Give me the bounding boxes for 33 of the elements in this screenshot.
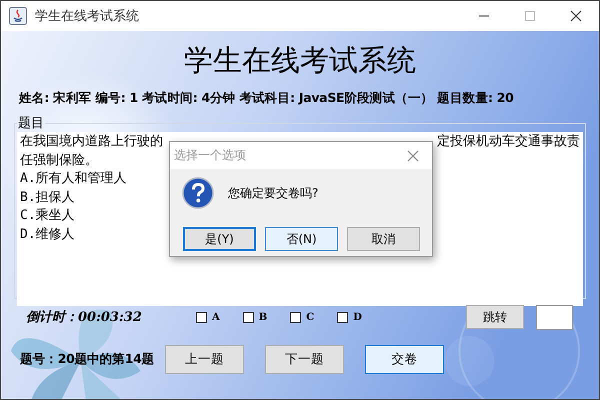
question-icon (182, 177, 214, 209)
question-text: 在我国境内道路上行驶的 (20, 133, 163, 151)
option-text: C.乘坐人 (20, 207, 75, 225)
checkbox-label: A (212, 312, 220, 322)
question-index: 题号：20题中的第14题 (20, 351, 155, 368)
dialog-button[interactable]: 取消 (347, 227, 420, 251)
jump-field[interactable] (536, 304, 573, 330)
question-text: 任强制保险。 (20, 152, 98, 170)
jump-button[interactable]: 跳转 (466, 305, 524, 329)
option-text: A.所有人和管理人 (20, 170, 127, 188)
dialog-button[interactable]: 否(N) (265, 227, 338, 251)
option-text: B.担保人 (20, 188, 75, 206)
exam-info: 姓名: 宋利军 编号: 1 考试时间: 4分钟 考试科目: JavaSE阶段测试（一） 题目数量: 20 (19, 90, 515, 107)
dialog-button[interactable]: 是(Y) (183, 227, 256, 251)
app-heading: 学生在线考试系统 (183, 42, 417, 79)
nav-button[interactable]: 交卷 (365, 345, 444, 374)
option-text: D.维修人 (20, 226, 75, 244)
group-label: 题目 (17, 115, 45, 132)
countdown-label: 倒计时：00:03:32 (26, 309, 143, 326)
dialog-title: 选择一个选项 (174, 147, 246, 164)
nav-button[interactable]: 上一题 (165, 345, 244, 374)
checkbox[interactable] (196, 312, 207, 322)
checkbox-label: B (258, 312, 268, 322)
app-icon (9, 7, 27, 25)
nav-button[interactable]: 下一题 (265, 345, 344, 374)
checkbox[interactable] (290, 312, 302, 322)
close-icon[interactable] (406, 148, 420, 162)
checkbox-label: D (353, 312, 362, 322)
question-text: 定投保机动车交通事故责 (437, 133, 580, 151)
dialog-message: 您确定要交卷吗? (228, 184, 318, 202)
checkbox-label: C (306, 312, 314, 322)
checkbox[interactable] (337, 312, 348, 322)
window-title: 学生在线考试系统 (35, 8, 140, 25)
